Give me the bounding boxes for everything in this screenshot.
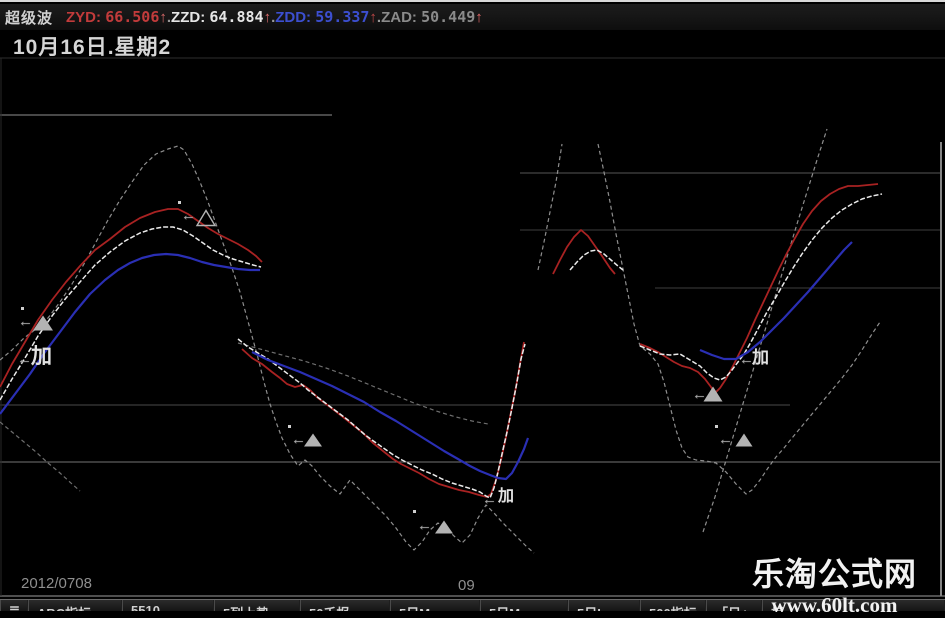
left-arrow-marker: ← (291, 431, 306, 448)
marker-dot (21, 307, 24, 310)
marker-dot (715, 425, 718, 428)
marker-dot (413, 510, 416, 513)
left-arrow-marker: ← (181, 207, 196, 224)
left-arrow-marker: ← (482, 491, 497, 508)
left-arrow-marker: ← (417, 517, 432, 534)
marker-layer: ← ← ← ← ← ← ← ← ← 加加加 (0, 2, 945, 609)
add-position-label: 加 (752, 348, 769, 367)
watermark: 乐淘公式网 www.60lt.com (752, 549, 917, 618)
add-position-label: 加 (498, 488, 515, 505)
left-arrow-marker: ← (17, 351, 32, 368)
marker-dot (288, 425, 291, 428)
watermark-site-name: 乐淘公式网 (751, 556, 917, 592)
add-position-label: 加 (31, 345, 52, 368)
left-arrow-marker: ← (18, 313, 33, 330)
left-arrow-marker: ← (718, 431, 733, 448)
stock-app-window: 超级波 ZYD: 66.506↑.ZZD: 64.884↑.ZDD: 59.33… (0, 0, 945, 617)
left-arrow-marker: ← (692, 386, 707, 403)
marker-dot (178, 201, 181, 204)
watermark-url: www.60lt.com (771, 593, 898, 617)
